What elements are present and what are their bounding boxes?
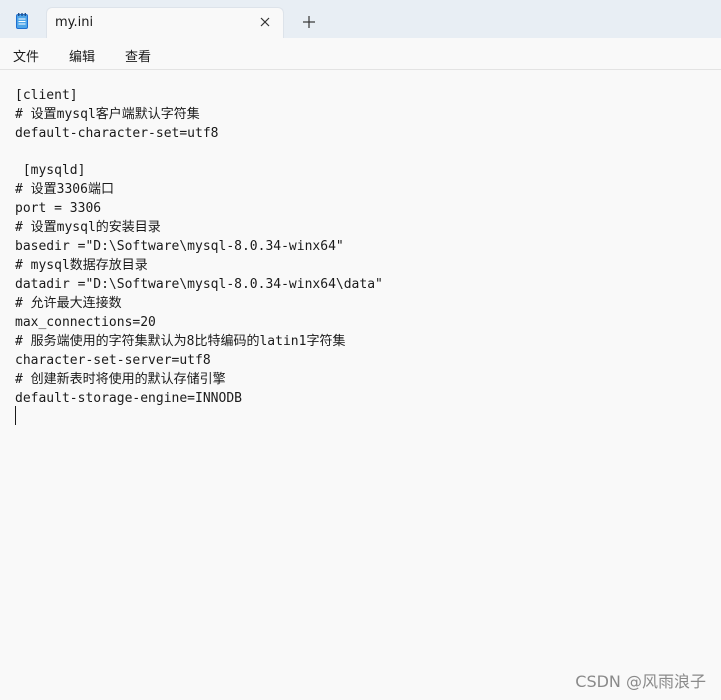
- tab-my-ini[interactable]: my.ini: [46, 7, 284, 38]
- editor-line: # 设置mysql客户端默认字符集: [15, 107, 200, 122]
- title-bar: my.ini: [0, 0, 721, 38]
- editor-line: character-set-server=utf8: [15, 353, 211, 368]
- plus-icon[interactable]: [300, 13, 318, 31]
- editor-line: [client]: [15, 88, 78, 103]
- menu-file[interactable]: 文件: [13, 46, 39, 65]
- editor-line: # 允许最大连接数: [15, 296, 122, 311]
- editor-line: datadir ="D:\Software\mysql-8.0.34-winx6…: [15, 277, 383, 292]
- notepad-icon: [16, 13, 28, 29]
- editor-line: # 创建新表时将使用的默认存储引擎: [15, 372, 226, 387]
- notepad-window: my.ini 文件 编辑 查看 [client] # 设置mysql客户端默认字…: [0, 0, 721, 700]
- tab-title: my.ini: [55, 15, 94, 30]
- editor-line: # 服务端使用的字符集默认为8比特编码的latin1字符集: [15, 334, 346, 349]
- editor-line: default-storage-engine=INNODB: [15, 391, 242, 406]
- menu-edit[interactable]: 编辑: [69, 46, 95, 65]
- close-icon[interactable]: [257, 14, 273, 30]
- text-caret: [15, 406, 16, 425]
- menu-view[interactable]: 查看: [125, 46, 151, 65]
- editor-line: max_connections=20: [15, 315, 156, 330]
- text-editor[interactable]: [client] # 设置mysql客户端默认字符集 default-chara…: [0, 71, 721, 700]
- editor-line: # 设置mysql的安装目录: [15, 220, 161, 235]
- editor-line: default-character-set=utf8: [15, 126, 219, 141]
- editor-line: # mysql数据存放目录: [15, 258, 148, 273]
- watermark: CSDN @风雨浪子: [575, 672, 706, 691]
- menu-bar: 文件 编辑 查看: [0, 38, 721, 70]
- editor-line: basedir ="D:\Software\mysql-8.0.34-winx6…: [15, 239, 344, 254]
- editor-line: # 设置3306端口: [15, 182, 114, 197]
- editor-line: port = 3306: [15, 201, 102, 216]
- editor-line: [mysqld]: [15, 163, 86, 178]
